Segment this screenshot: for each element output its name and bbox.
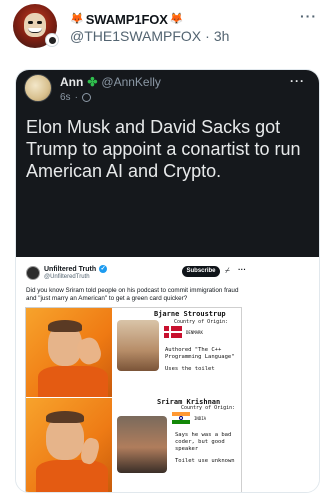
top-authored: Authored "The C++ Programming Language"	[165, 347, 235, 360]
grok-icon: ⌿	[225, 266, 230, 275]
top-toilet: Uses the toilet	[165, 366, 215, 372]
top-country: DENMARK	[186, 330, 203, 335]
author-name-row[interactable]: 🦊 SWAMP1FOX 🦊	[70, 10, 184, 28]
denmark-flag-icon	[164, 326, 182, 338]
tweet-post: 🦊 SWAMP1FOX 🦊 @THE1SWAMPFOX · 3h ··· Ann…	[0, 0, 334, 500]
hair-shape	[46, 411, 84, 423]
fox-emoji-icon: 🦊	[169, 12, 184, 25]
verified-check-icon: ✓	[99, 265, 108, 273]
embedded-name-row: Ann ✤ @AnnKelly	[60, 75, 161, 89]
hair-shape	[48, 320, 82, 332]
author-handle[interactable]: @THE1SWAMPFOX	[70, 28, 201, 44]
drake-meme: Bjarne Stroustrup Country of Origin: DEN…	[25, 307, 242, 492]
quoted-text: Did you know Sriram told people on his p…	[26, 287, 239, 302]
quoted-account-handle: @UnfilteredTruth	[44, 274, 90, 280]
bottom-said: Says he was a bad coder, but good speake…	[175, 432, 232, 452]
globe-icon	[81, 93, 91, 102]
quoted-account-name: Unfiltered Truth	[44, 265, 97, 273]
jacket-shape	[38, 366, 108, 397]
embedded-tweet-text: Elon Musk and David Sacks got Trump to a…	[26, 117, 301, 181]
quoted-more-icon: ···	[238, 265, 246, 274]
subscribe-button: Subscribe	[182, 266, 220, 277]
embedded-tweet-screenshot: Ann ✤ @AnnKelly 6s · ··· Elon Musk and D…	[16, 70, 319, 257]
embedded-time: 6s	[60, 92, 71, 103]
top-person-name: Bjarne Stroustrup	[154, 310, 226, 318]
sriram-photo	[117, 416, 167, 473]
badge-dot	[48, 36, 56, 44]
author-handle-row: @THE1SWAMPFOX · 3h	[70, 28, 229, 44]
fox-emoji-icon: 🦊	[70, 12, 84, 25]
avatar-eye-left	[28, 21, 33, 24]
bjarne-photo	[117, 320, 159, 371]
meta-separator: ·	[205, 28, 210, 44]
jacket-shape	[36, 460, 108, 492]
embedded-display-name: Ann	[60, 75, 84, 89]
embedded-more-icon: ···	[290, 74, 305, 88]
flag-stripe	[172, 420, 190, 424]
quoted-avatar	[26, 266, 40, 280]
avatar-eye-right	[37, 21, 42, 24]
more-options-icon[interactable]: ···	[300, 8, 317, 24]
embedded-handle: @AnnKelly	[101, 75, 161, 89]
avatar-badge	[45, 33, 59, 47]
bottom-toilet: Toilet use unknown	[175, 458, 235, 464]
post-time[interactable]: 3h	[214, 28, 230, 44]
quoted-name-row: Unfiltered Truth ✓	[44, 265, 108, 273]
avatar-face	[24, 13, 46, 37]
clover-emoji-icon: ✤	[87, 75, 98, 89]
india-flag-icon	[172, 412, 190, 424]
embedded-separator: ·	[74, 92, 78, 103]
quoted-post-card: Unfiltered Truth ✓ @UnfilteredTruth Subs…	[16, 263, 319, 492]
attached-image[interactable]: Ann ✤ @AnnKelly 6s · ··· Elon Musk and D…	[15, 69, 320, 493]
drake-reject-panel	[26, 308, 112, 397]
bottom-country: INDIA	[194, 416, 207, 421]
drake-approve-panel	[26, 398, 112, 492]
top-origin-label: Country of Origin:	[174, 319, 229, 325]
embedded-meta: 6s ·	[60, 92, 91, 103]
flag-stripe	[172, 416, 190, 420]
embedded-avatar	[24, 74, 52, 102]
bottom-origin-label: Country of Origin:	[181, 405, 236, 411]
author-display-name[interactable]: SWAMP1FOX	[86, 12, 168, 27]
